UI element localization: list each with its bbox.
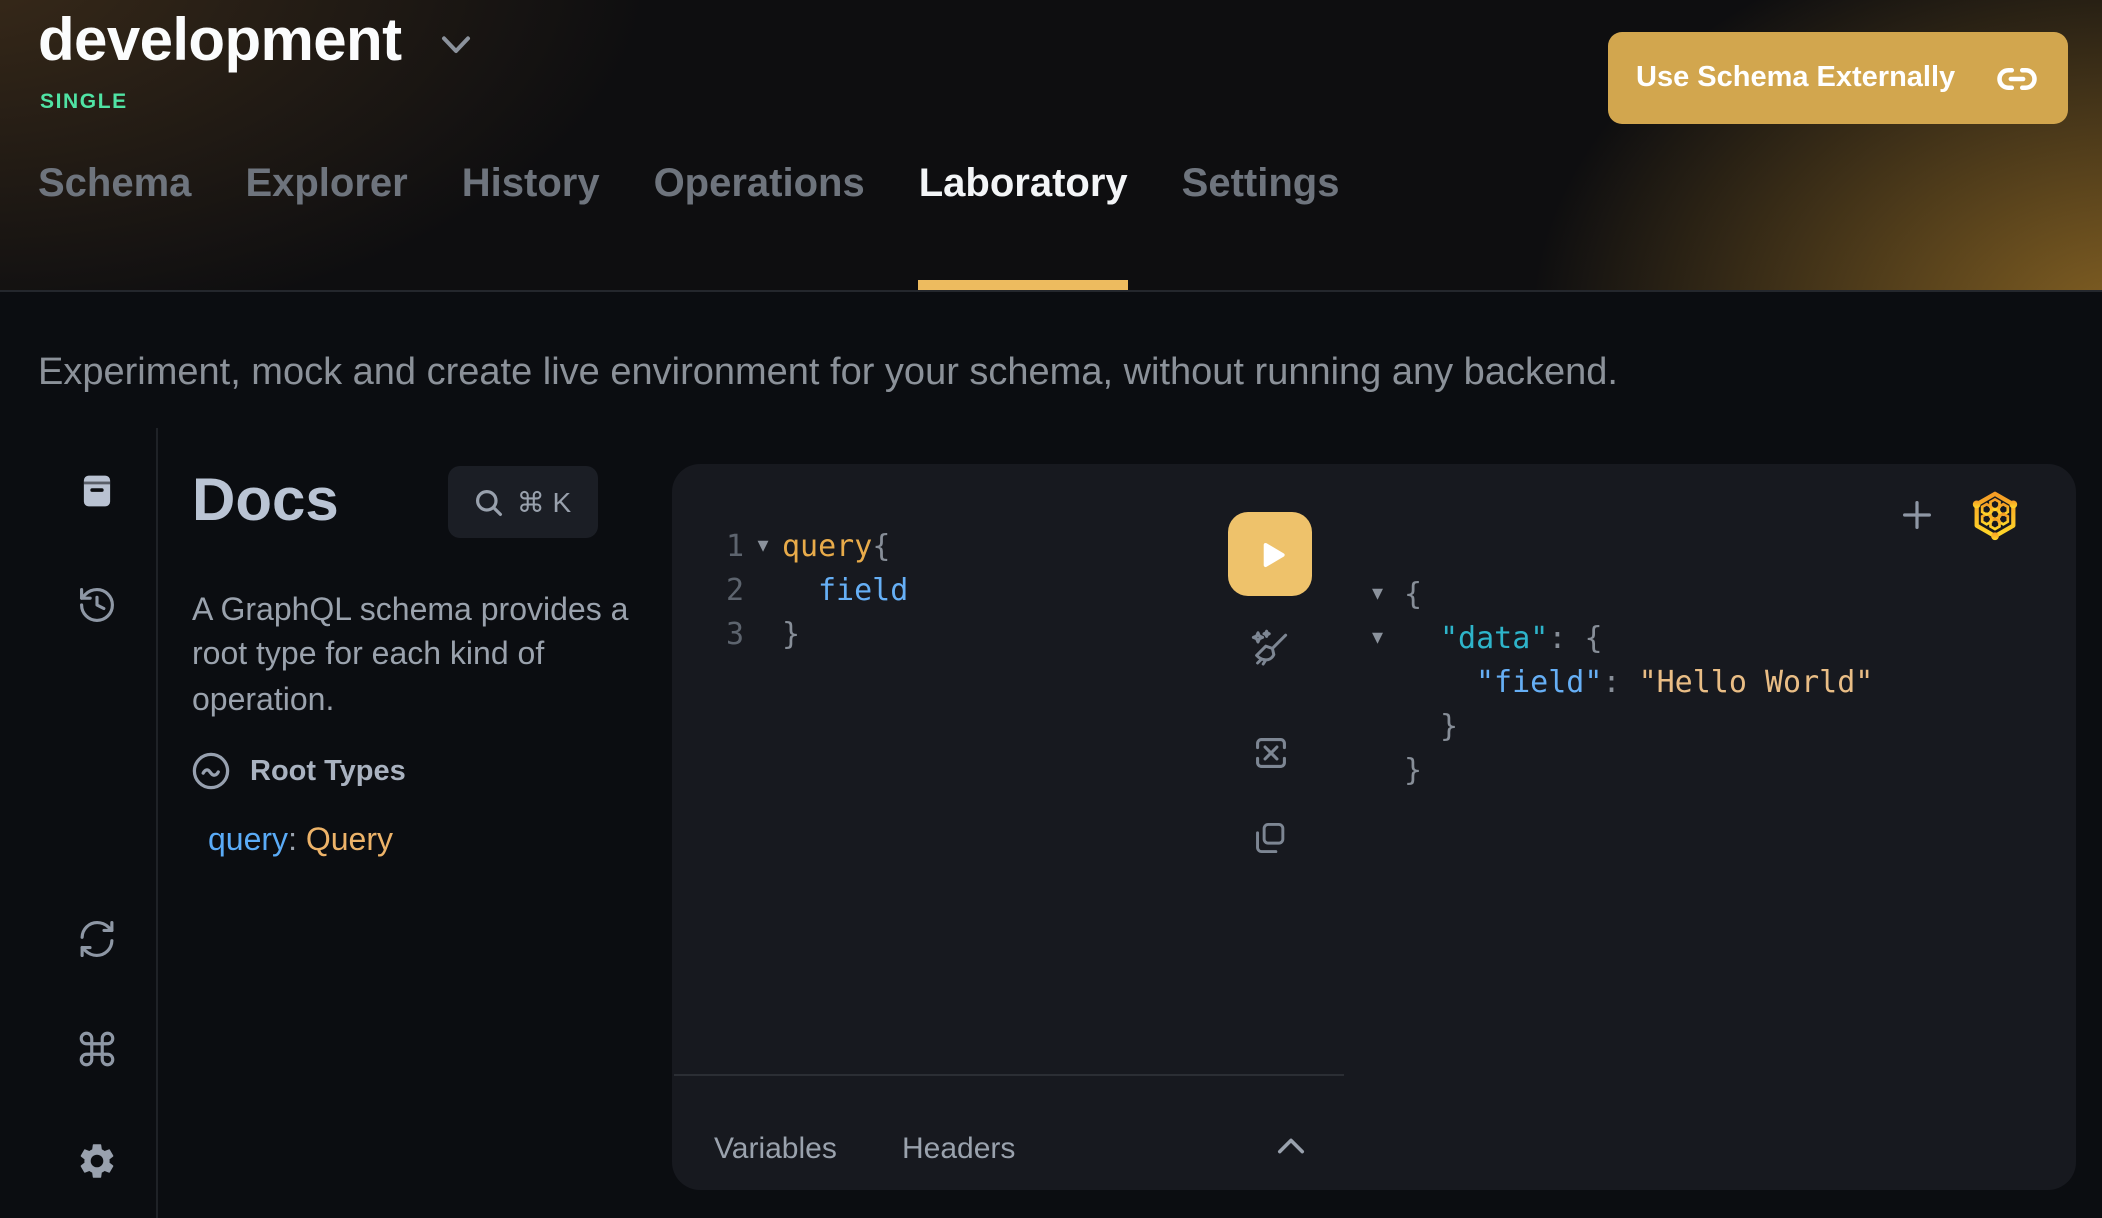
sidebar-settings-button[interactable] [74, 1138, 118, 1182]
response-line-2: ▾ "data": { [1372, 616, 1873, 660]
search-icon [475, 487, 505, 517]
tab-explorer[interactable]: Explorer [245, 162, 407, 290]
tab-headers[interactable]: Headers [902, 1132, 1015, 1166]
page-subtitle: Experiment, mock and create live environ… [38, 352, 1618, 396]
sidebar-sync-button[interactable] [74, 916, 118, 960]
sidebar-history-button[interactable] [74, 582, 118, 626]
history-icon [75, 583, 117, 625]
docs-panel-title: Docs [192, 468, 339, 536]
tab-laboratory[interactable]: Laboratory [919, 162, 1128, 290]
execute-query-button[interactable] [1228, 512, 1312, 596]
circle-tilde-icon [190, 750, 232, 792]
play-icon [1251, 535, 1289, 573]
laboratory-page: development SINGLE Use Schema Externally… [0, 0, 2102, 1218]
tab-variables[interactable]: Variables [714, 1132, 837, 1166]
editor-line-1: 1 ▾ query{ [672, 524, 908, 568]
sidebar-divider [156, 428, 158, 1218]
copy-query-button[interactable] [1246, 814, 1294, 862]
docs-description: A GraphQL schema provides a root type fo… [192, 590, 656, 724]
project-title: development [38, 8, 402, 76]
plus-icon [1897, 495, 1935, 533]
command-icon [75, 1027, 117, 1069]
fold-toggle-icon[interactable]: ▾ [744, 524, 782, 568]
prettify-icon [1246, 626, 1294, 674]
tab-history[interactable]: History [462, 162, 600, 290]
merge-icon [1247, 729, 1293, 775]
tab-settings[interactable]: Settings [1182, 162, 1340, 290]
use-schema-externally-button[interactable]: Use Schema Externally [1608, 32, 2068, 124]
environment-badge: SINGLE [40, 90, 128, 114]
hive-logo-button[interactable] [1968, 488, 2022, 542]
link-icon [1996, 57, 2038, 99]
response-line-3: "field": "Hello World" [1372, 660, 1873, 704]
project-switcher-chevron-down-icon[interactable] [440, 34, 472, 56]
editor-footer-divider [674, 1074, 1344, 1076]
laboratory-editor-panel: 1 ▾ query{ 2 field 3 } [672, 464, 2076, 1190]
search-shortcut-label: ⌘ K [517, 485, 571, 519]
query-editor[interactable]: 1 ▾ query{ 2 field 3 } [672, 524, 908, 656]
prettify-query-button[interactable] [1246, 626, 1294, 674]
sidebar-command-shortcuts-button[interactable] [74, 1026, 118, 1070]
add-tab-button[interactable] [1896, 494, 1936, 534]
docs-search-button[interactable]: ⌘ K [448, 466, 598, 538]
response-line-1: ▾ { [1372, 572, 1873, 616]
editor-line-2: 2 field [672, 568, 908, 612]
response-line-5: } [1372, 748, 1873, 792]
response-viewer: ▾ { ▾ "data": { "field": "Hello World" }… [1372, 572, 1873, 792]
merge-fragments-button[interactable] [1246, 728, 1294, 776]
chevron-up-icon [1275, 1136, 1305, 1156]
root-type-query-link[interactable]: query: Query [208, 824, 393, 860]
gear-icon [75, 1139, 117, 1181]
root-field-name: query [208, 824, 288, 858]
sync-icon [75, 917, 117, 959]
main-tabs: Schema Explorer History Operations Labor… [38, 162, 1339, 290]
hive-logo-icon [1968, 488, 2022, 542]
copy-icon [1248, 816, 1292, 860]
collapse-footer-button[interactable] [1268, 1126, 1312, 1166]
root-types-label: Root Types [250, 755, 406, 787]
docs-book-icon [75, 469, 117, 511]
fold-toggle-icon[interactable]: ▾ [1372, 572, 1404, 616]
root-type-name: Query [306, 824, 393, 858]
tab-schema[interactable]: Schema [38, 162, 191, 290]
sidebar-docs-button[interactable] [74, 468, 118, 512]
use-schema-externally-label: Use Schema Externally [1636, 62, 1955, 94]
editor-line-3: 3 } [672, 612, 908, 656]
response-line-4: } [1372, 704, 1873, 748]
root-types-section-header: Root Types [190, 750, 406, 792]
fold-toggle-icon[interactable]: ▾ [1372, 616, 1404, 660]
tab-operations[interactable]: Operations [654, 162, 865, 290]
page-header: development SINGLE Use Schema Externally… [0, 0, 2102, 292]
